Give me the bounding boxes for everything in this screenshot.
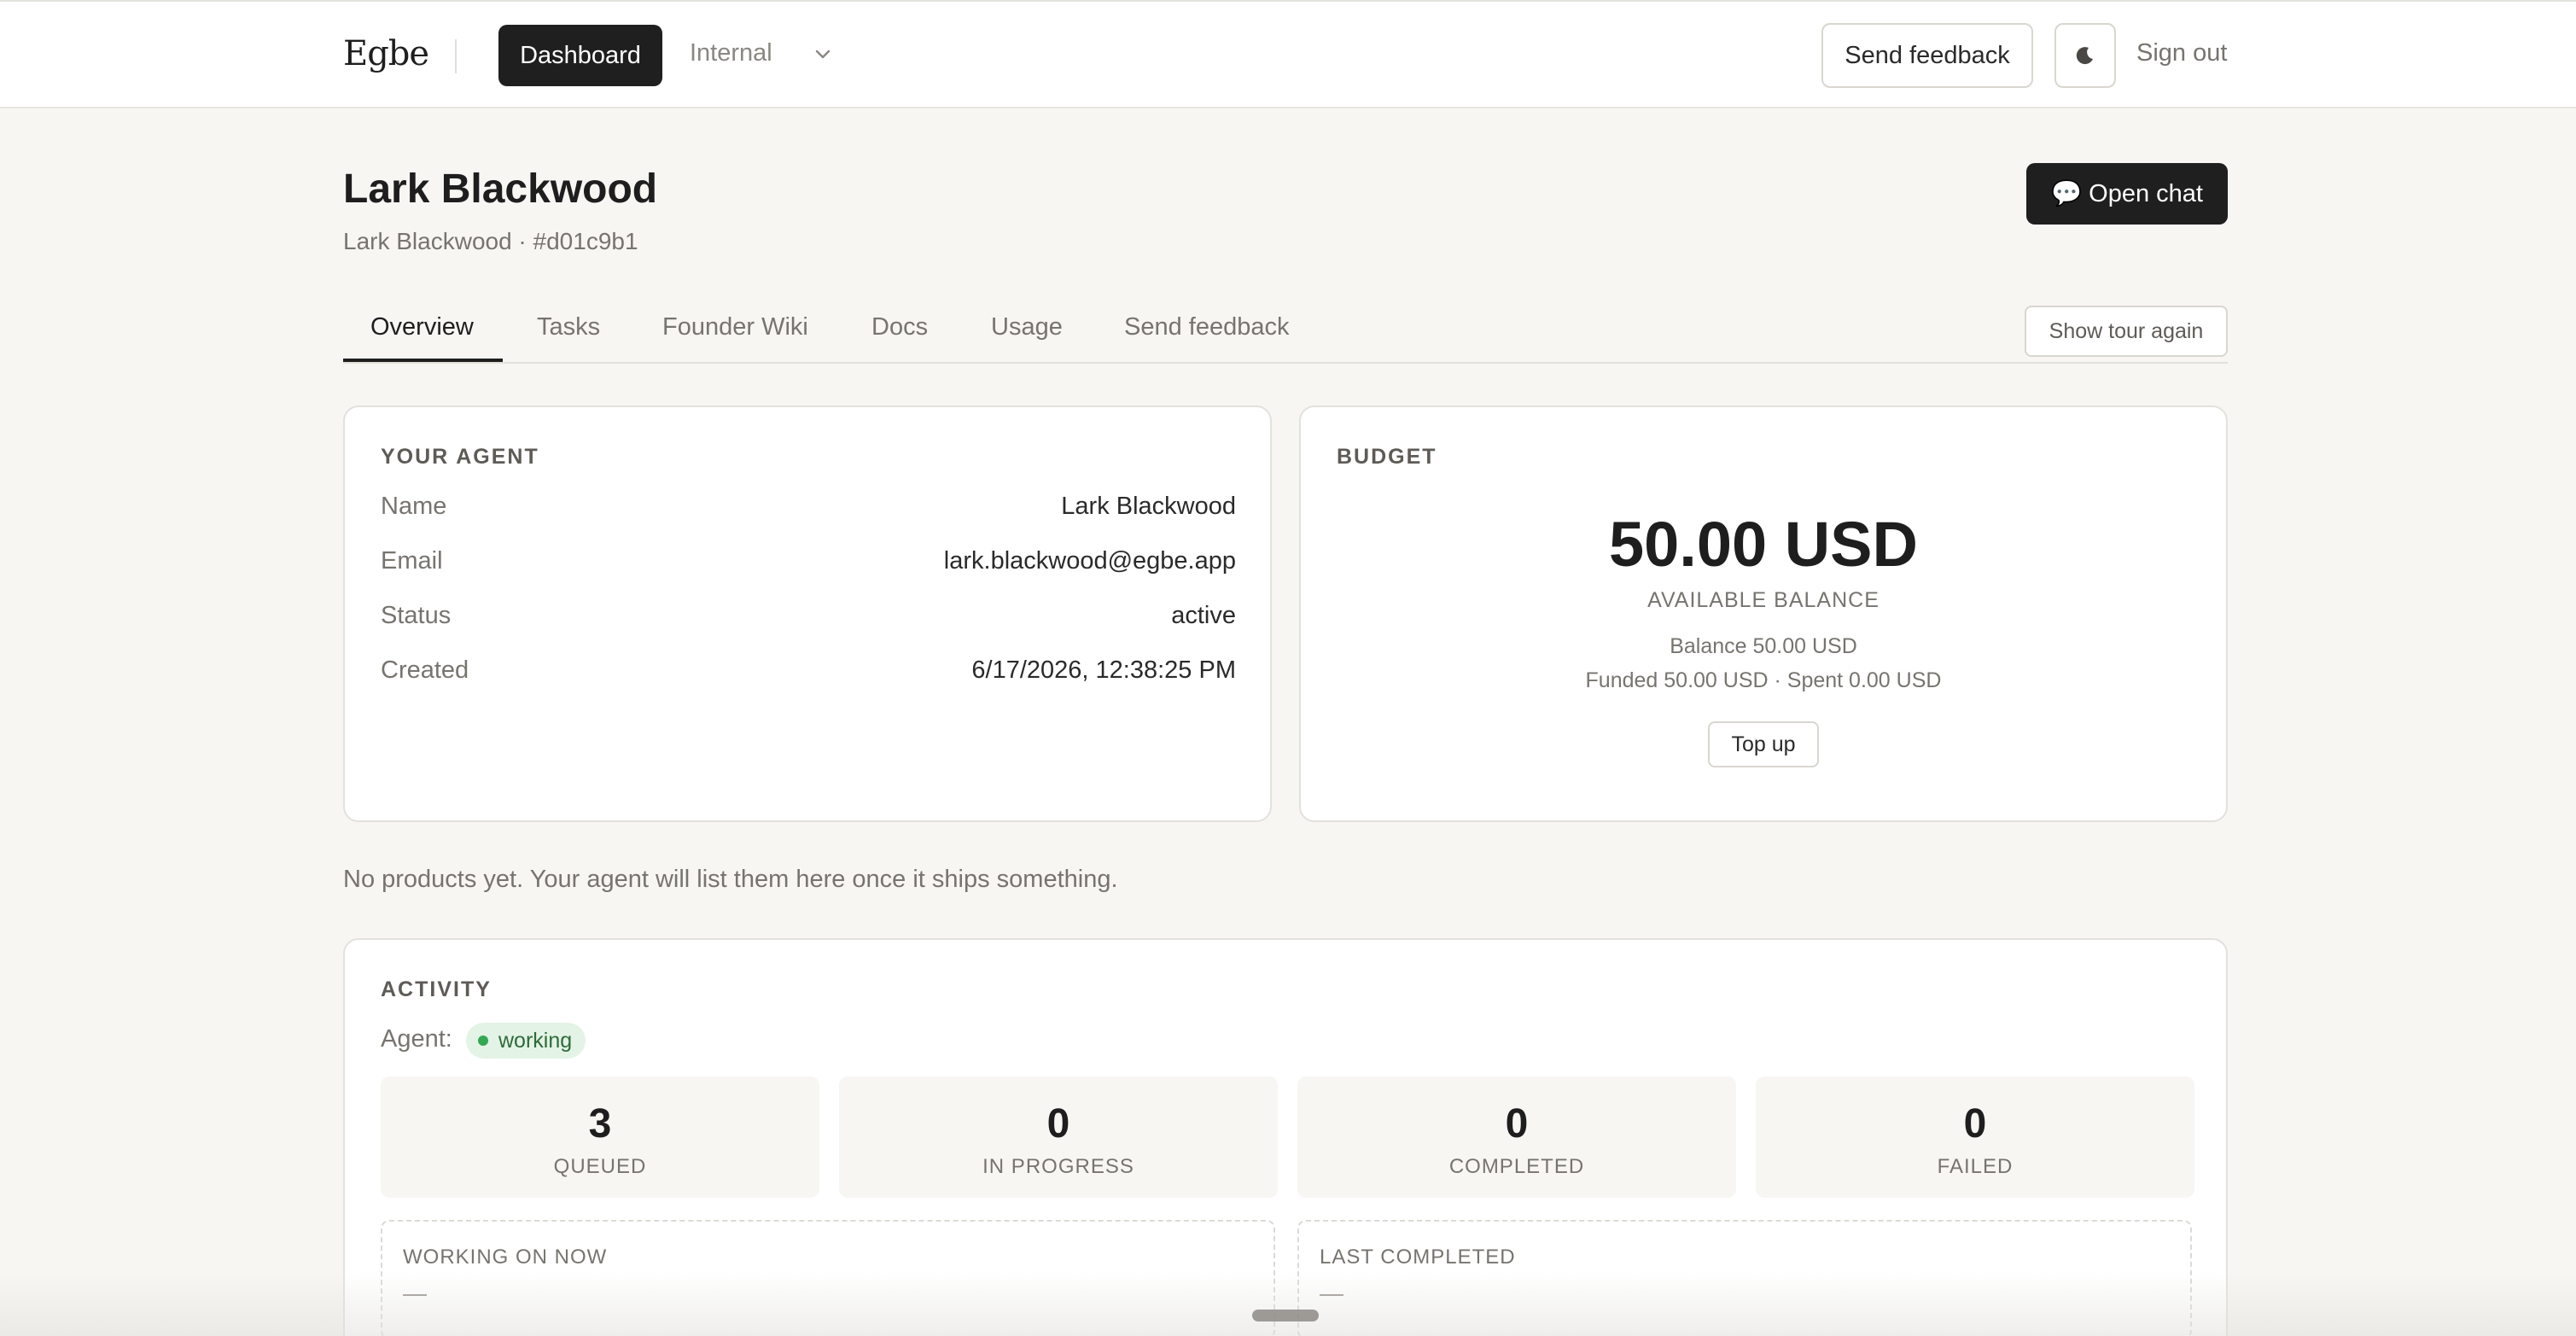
tab-docs[interactable]: Docs bbox=[871, 313, 928, 341]
page-title: Lark Blackwood bbox=[343, 166, 658, 212]
brand-divider bbox=[455, 39, 457, 73]
scroll-handle[interactable] bbox=[1252, 1310, 1319, 1321]
budget-card-label: BUDGET bbox=[1337, 445, 1437, 469]
active-tab-indicator bbox=[343, 359, 503, 362]
open-chat-label: Open chat bbox=[2089, 179, 2203, 207]
sign-out-link[interactable]: Sign out bbox=[2136, 39, 2227, 67]
stat-completed-label: COMPLETED bbox=[1448, 1155, 1585, 1178]
page-subtitle: Lark Blackwood · #d01c9b1 bbox=[343, 228, 638, 254]
bottom-fade-overlay bbox=[0, 1272, 2576, 1336]
stat-failed-label: FAILED bbox=[1937, 1155, 2014, 1178]
available-balance-amount: 50.00 USD bbox=[1609, 509, 1918, 580]
available-balance-caption: AVAILABLE BALANCE bbox=[1647, 588, 1880, 612]
agent-status-value: active bbox=[1171, 602, 1236, 629]
open-chat-button[interactable]: 💬 Open chat bbox=[2026, 163, 2228, 225]
funded-spent-line: Funded 50.00 USD · Spent 0.00 USD bbox=[1585, 668, 1942, 692]
stat-in-progress-value: 0 bbox=[1046, 1101, 1070, 1146]
agent-working-label: working bbox=[498, 1028, 573, 1053]
stat-queued-value: 3 bbox=[588, 1101, 612, 1146]
stat-queued: 3 QUEUED bbox=[381, 1076, 819, 1198]
tab-founder-wiki[interactable]: Founder Wiki bbox=[662, 313, 808, 341]
activity-card-label: ACTIVITY bbox=[381, 977, 492, 1001]
nav-dashboard-button[interactable]: Dashboard bbox=[498, 25, 662, 86]
brand-logo[interactable]: Egbe bbox=[343, 34, 429, 73]
tab-bar: Overview Tasks Founder Wiki Docs Usage S… bbox=[343, 300, 2228, 364]
stat-queued-label: QUEUED bbox=[553, 1155, 647, 1178]
tab-overview[interactable]: Overview bbox=[370, 313, 474, 341]
balance-line: Balance 50.00 USD bbox=[1670, 634, 1857, 658]
theme-toggle-button[interactable] bbox=[2054, 23, 2116, 88]
send-feedback-button[interactable]: Send feedback bbox=[1821, 23, 2033, 88]
top-navigation-bar: Egbe Dashboard Internal Send feedback Si… bbox=[0, 0, 2576, 108]
products-empty-state: No products yet. Your agent will list th… bbox=[343, 866, 1118, 893]
top-up-button[interactable]: Top up bbox=[1708, 721, 1819, 767]
chevron-down-icon[interactable] bbox=[811, 43, 835, 67]
show-tour-button[interactable]: Show tour again bbox=[2025, 306, 2228, 357]
status-dot-icon bbox=[478, 1036, 488, 1046]
stat-completed: 0 COMPLETED bbox=[1297, 1076, 1736, 1198]
agent-card-label: YOUR AGENT bbox=[381, 445, 539, 469]
agent-status-key: Status bbox=[381, 602, 452, 629]
agent-email-key: Email bbox=[381, 547, 443, 575]
stat-failed-value: 0 bbox=[1963, 1101, 1987, 1146]
last-completed-title: LAST COMPLETED bbox=[1320, 1246, 1516, 1269]
agent-working-badge: working bbox=[466, 1023, 586, 1059]
tab-usage[interactable]: Usage bbox=[991, 313, 1063, 341]
agent-created-value: 6/17/2026, 12:38:25 PM bbox=[971, 656, 1236, 684]
agent-status-prefix: Agent: bbox=[381, 1025, 452, 1053]
moon-icon bbox=[2076, 47, 2093, 65]
agent-name-key: Name bbox=[381, 493, 447, 520]
stat-completed-value: 0 bbox=[1505, 1101, 1529, 1146]
speech-bubble-icon: 💬 bbox=[2051, 180, 2083, 207]
workspace-selector-label[interactable]: Internal bbox=[690, 39, 772, 67]
agent-email-value: lark.blackwood@egbe.app bbox=[943, 547, 1236, 575]
tab-send-feedback[interactable]: Send feedback bbox=[1124, 313, 1289, 341]
working-on-now-title: WORKING ON NOW bbox=[403, 1246, 608, 1269]
budget-card: BUDGET 50.00 USD AVAILABLE BALANCE Balan… bbox=[1299, 405, 2228, 822]
stat-failed: 0 FAILED bbox=[1756, 1076, 2194, 1198]
agent-created-key: Created bbox=[381, 656, 469, 684]
stat-in-progress-label: IN PROGRESS bbox=[982, 1155, 1134, 1178]
agent-name-value: Lark Blackwood bbox=[1061, 493, 1236, 520]
agent-card: YOUR AGENT Name Lark Blackwood Email lar… bbox=[343, 405, 1272, 822]
stat-in-progress: 0 IN PROGRESS bbox=[839, 1076, 1278, 1198]
tab-tasks[interactable]: Tasks bbox=[537, 313, 600, 341]
